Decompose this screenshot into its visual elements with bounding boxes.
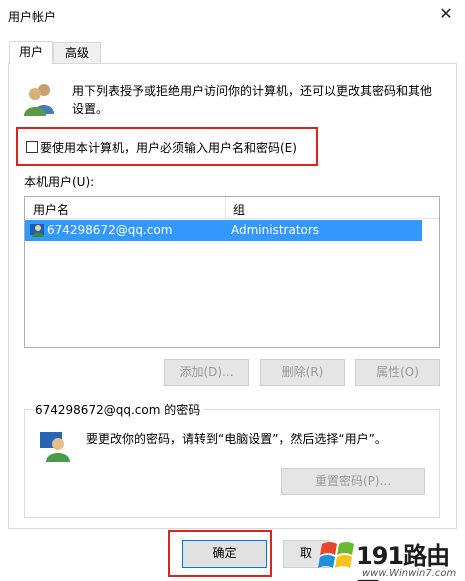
password-group-title: 674298672@qq.com 的密码	[32, 401, 204, 418]
require-password-checkbox[interactable]	[26, 141, 38, 153]
close-icon[interactable]: ✕	[436, 4, 456, 24]
ok-button[interactable]: 确定	[182, 540, 267, 568]
password-group	[24, 409, 440, 518]
column-divider[interactable]	[225, 197, 226, 219]
table-row[interactable]: 674298672@qq.com Administrators	[25, 220, 422, 241]
password-change-hint: 要更改你的密码，请转到“电脑设置”，然后选择“用户”。	[86, 432, 387, 446]
require-password-label[interactable]: 要使用本计算机，用户必须输入用户名和密码(E)	[40, 139, 297, 156]
user-account-icon	[40, 432, 70, 462]
row-username: 674298672@qq.com	[47, 223, 173, 237]
add-button[interactable]: 添加(D)...	[164, 359, 249, 386]
reset-password-button[interactable]: 重置密码(P)...	[281, 468, 425, 495]
list-header: 用户名 组	[25, 197, 439, 219]
tab-advanced[interactable]: 高级	[53, 42, 101, 64]
windows-logo-icon	[318, 542, 354, 568]
row-group: Administrators	[231, 223, 320, 237]
remove-button[interactable]: 删除(R)	[260, 359, 345, 386]
user-icon	[30, 224, 44, 237]
users-icon	[24, 84, 54, 116]
local-users-label: 本机用户(U):	[24, 175, 95, 189]
description-text: 用下列表授予或拒绝用户访问你的计算机，还可以更改其密码和其他设置。	[72, 84, 433, 116]
users-list[interactable]: 用户名 组 674298672@qq.com Administrators	[24, 196, 440, 348]
window-title: 用户帐户	[8, 10, 57, 24]
column-username[interactable]: 用户名	[33, 201, 69, 218]
properties-button[interactable]: 属性(O)	[355, 359, 440, 386]
tab-users[interactable]: 用户	[9, 41, 53, 64]
watermark: 191路由网 www.Winwin7.com	[318, 530, 465, 581]
watermark-url: www.Winwin7.com	[362, 568, 457, 579]
title-bar: 用户帐户 ✕	[0, 0, 465, 30]
column-group[interactable]: 组	[233, 201, 245, 218]
